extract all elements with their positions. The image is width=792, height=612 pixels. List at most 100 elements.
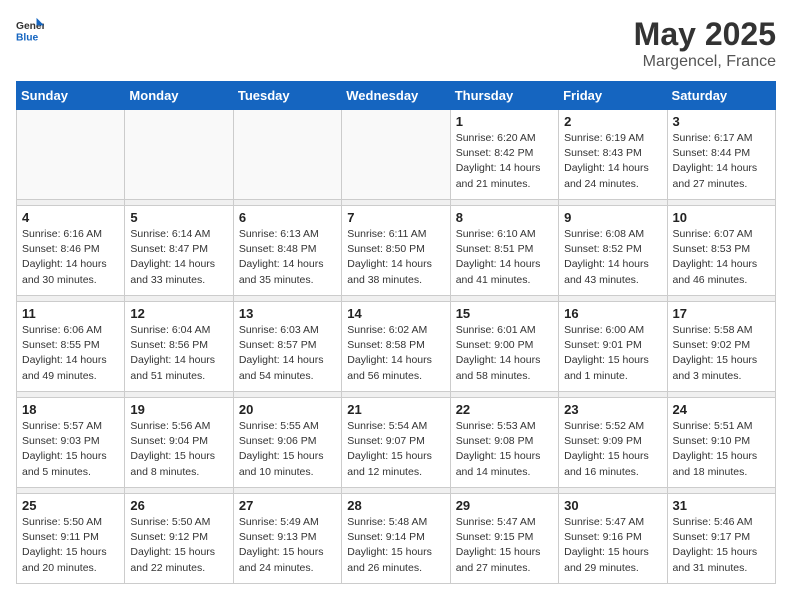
calendar-cell: 24Sunrise: 5:51 AMSunset: 9:10 PMDayligh… [667,398,775,488]
calendar-cell: 29Sunrise: 5:47 AMSunset: 9:15 PMDayligh… [450,494,558,584]
day-number: 31 [673,498,770,513]
day-number: 1 [456,114,553,129]
day-number: 12 [130,306,227,321]
day-info: Sunrise: 5:53 AMSunset: 9:08 PMDaylight:… [456,419,553,480]
calendar-cell: 11 Sunrise: 6:06 AMSunset: 8:55 PMDayligh… [17,302,125,392]
calendar-cell: 31 Sunrise: 5:46 AMSunset: 9:17 PMDayligh… [667,494,775,584]
day-number: 28 [347,498,444,513]
logo: General Blue [16,16,44,44]
calendar-cell [17,110,125,200]
day-number: 3 [673,114,770,129]
day-number: 6 [239,210,336,225]
day-number: 15 [456,306,553,321]
calendar-cell: 18 Sunrise: 5:57 AMSunset: 9:03 PMDayligh… [17,398,125,488]
weekday-header-saturday: Saturday [667,82,775,110]
calendar-cell: 20 Sunrise: 5:55 AMSunset: 9:06 PMDayligh… [233,398,341,488]
day-number: 29 [456,498,553,513]
weekday-header-tuesday: Tuesday [233,82,341,110]
calendar-cell: 12 Sunrise: 6:04 AMSunset: 8:56 PMDayligh… [125,302,233,392]
calendar-cell: 7 Sunrise: 6:11 AMSunset: 8:50 PMDaylight… [342,206,450,296]
day-number: 25 [22,498,119,513]
day-info: Sunrise: 5:47 AMSunset: 9:16 PMDaylight:… [564,515,661,576]
day-number: 20 [239,402,336,417]
day-number: 4 [22,210,119,225]
weekday-header-row: SundayMondayTuesdayWednesdayThursdayFrid… [17,82,776,110]
month-title: May 2025 [634,16,776,53]
day-info: Sunrise: 6:16 AMSunset: 8:46 PMDaylight:… [22,227,119,288]
calendar-week-5: 25 Sunrise: 5:50 AMSunset: 9:11 PMDayligh… [17,494,776,584]
svg-text:Blue: Blue [16,32,39,43]
calendar-cell: 2Sunrise: 6:19 AMSunset: 8:43 PMDaylight… [559,110,667,200]
day-info: Sunrise: 6:13 AMSunset: 8:48 PMDaylight:… [239,227,336,288]
day-info: Sunrise: 6:17 AMSunset: 8:44 PMDaylight:… [673,131,770,192]
page-header: General Blue May 2025 Margencel, France [16,16,776,71]
calendar-cell: 19Sunrise: 5:56 AMSunset: 9:04 PMDayligh… [125,398,233,488]
day-info: Sunrise: 6:01 AMSunset: 9:00 PMDaylight:… [456,323,553,384]
calendar-cell: 13Sunrise: 6:03 AMSunset: 8:57 PMDayligh… [233,302,341,392]
calendar-cell: 3 Sunrise: 6:17 AMSunset: 8:44 PMDaylight… [667,110,775,200]
day-info: Sunrise: 5:48 AMSunset: 9:14 PMDaylight:… [347,515,444,576]
calendar-cell: 25 Sunrise: 5:50 AMSunset: 9:11 PMDayligh… [17,494,125,584]
day-info: Sunrise: 6:11 AMSunset: 8:50 PMDaylight:… [347,227,444,288]
calendar-cell: 21 Sunrise: 5:54 AMSunset: 9:07 PMDayligh… [342,398,450,488]
day-info: Sunrise: 6:08 AMSunset: 8:52 PMDaylight:… [564,227,661,288]
day-info: Sunrise: 5:50 AMSunset: 9:12 PMDaylight:… [130,515,227,576]
day-number: 14 [347,306,444,321]
calendar-cell: 23Sunrise: 5:52 AMSunset: 9:09 PMDayligh… [559,398,667,488]
day-info: Sunrise: 5:50 AMSunset: 9:11 PMDaylight:… [22,515,119,576]
day-info: Sunrise: 5:57 AMSunset: 9:03 PMDaylight:… [22,419,119,480]
day-info: Sunrise: 6:02 AMSunset: 8:58 PMDaylight:… [347,323,444,384]
day-number: 11 [22,306,119,321]
calendar-cell: 27 Sunrise: 5:49 AMSunset: 9:13 PMDayligh… [233,494,341,584]
day-number: 5 [130,210,227,225]
day-number: 30 [564,498,661,513]
calendar-cell: 16 Sunrise: 6:00 AMSunset: 9:01 PMDayligh… [559,302,667,392]
day-info: Sunrise: 6:10 AMSunset: 8:51 PMDaylight:… [456,227,553,288]
calendar-cell: 22 Sunrise: 5:53 AMSunset: 9:08 PMDayligh… [450,398,558,488]
day-info: Sunrise: 5:46 AMSunset: 9:17 PMDaylight:… [673,515,770,576]
day-number: 23 [564,402,661,417]
day-info: Sunrise: 5:58 AMSunset: 9:02 PMDaylight:… [673,323,770,384]
calendar-cell [342,110,450,200]
day-number: 13 [239,306,336,321]
day-number: 27 [239,498,336,513]
day-info: Sunrise: 6:20 AMSunset: 8:42 PMDaylight:… [456,131,553,192]
day-number: 7 [347,210,444,225]
day-info: Sunrise: 5:49 AMSunset: 9:13 PMDaylight:… [239,515,336,576]
day-info: Sunrise: 5:54 AMSunset: 9:07 PMDaylight:… [347,419,444,480]
calendar-week-1: 1 Sunrise: 6:20 AMSunset: 8:42 PMDaylight… [17,110,776,200]
day-number: 18 [22,402,119,417]
day-number: 19 [130,402,227,417]
calendar-cell: 28 Sunrise: 5:48 AMSunset: 9:14 PMDayligh… [342,494,450,584]
weekday-header-sunday: Sunday [17,82,125,110]
weekday-header-thursday: Thursday [450,82,558,110]
calendar-cell: 1 Sunrise: 6:20 AMSunset: 8:42 PMDaylight… [450,110,558,200]
day-info: Sunrise: 5:55 AMSunset: 9:06 PMDaylight:… [239,419,336,480]
day-info: Sunrise: 6:06 AMSunset: 8:55 PMDaylight:… [22,323,119,384]
day-info: Sunrise: 6:04 AMSunset: 8:56 PMDaylight:… [130,323,227,384]
day-info: Sunrise: 6:00 AMSunset: 9:01 PMDaylight:… [564,323,661,384]
day-info: Sunrise: 6:07 AMSunset: 8:53 PMDaylight:… [673,227,770,288]
day-number: 21 [347,402,444,417]
calendar-cell: 17 Sunrise: 5:58 AMSunset: 9:02 PMDayligh… [667,302,775,392]
day-number: 22 [456,402,553,417]
logo-icon: General Blue [16,16,44,44]
calendar-cell: 15 Sunrise: 6:01 AMSunset: 9:00 PMDayligh… [450,302,558,392]
calendar-cell [233,110,341,200]
day-number: 16 [564,306,661,321]
day-info: Sunrise: 6:14 AMSunset: 8:47 PMDaylight:… [130,227,227,288]
calendar-cell: 30 Sunrise: 5:47 AMSunset: 9:16 PMDayligh… [559,494,667,584]
weekday-header-monday: Monday [125,82,233,110]
day-number: 10 [673,210,770,225]
weekday-header-friday: Friday [559,82,667,110]
calendar-week-2: 4 Sunrise: 6:16 AMSunset: 8:46 PMDaylight… [17,206,776,296]
day-info: Sunrise: 6:19 AMSunset: 8:43 PMDaylight:… [564,131,661,192]
calendar-cell: 26Sunrise: 5:50 AMSunset: 9:12 PMDayligh… [125,494,233,584]
calendar-cell: 9Sunrise: 6:08 AMSunset: 8:52 PMDaylight… [559,206,667,296]
calendar-week-4: 18 Sunrise: 5:57 AMSunset: 9:03 PMDayligh… [17,398,776,488]
day-number: 24 [673,402,770,417]
day-number: 17 [673,306,770,321]
calendar-cell: 8Sunrise: 6:10 AMSunset: 8:51 PMDaylight… [450,206,558,296]
calendar-cell: 4 Sunrise: 6:16 AMSunset: 8:46 PMDaylight… [17,206,125,296]
calendar-cell: 10 Sunrise: 6:07 AMSunset: 8:53 PMDayligh… [667,206,775,296]
